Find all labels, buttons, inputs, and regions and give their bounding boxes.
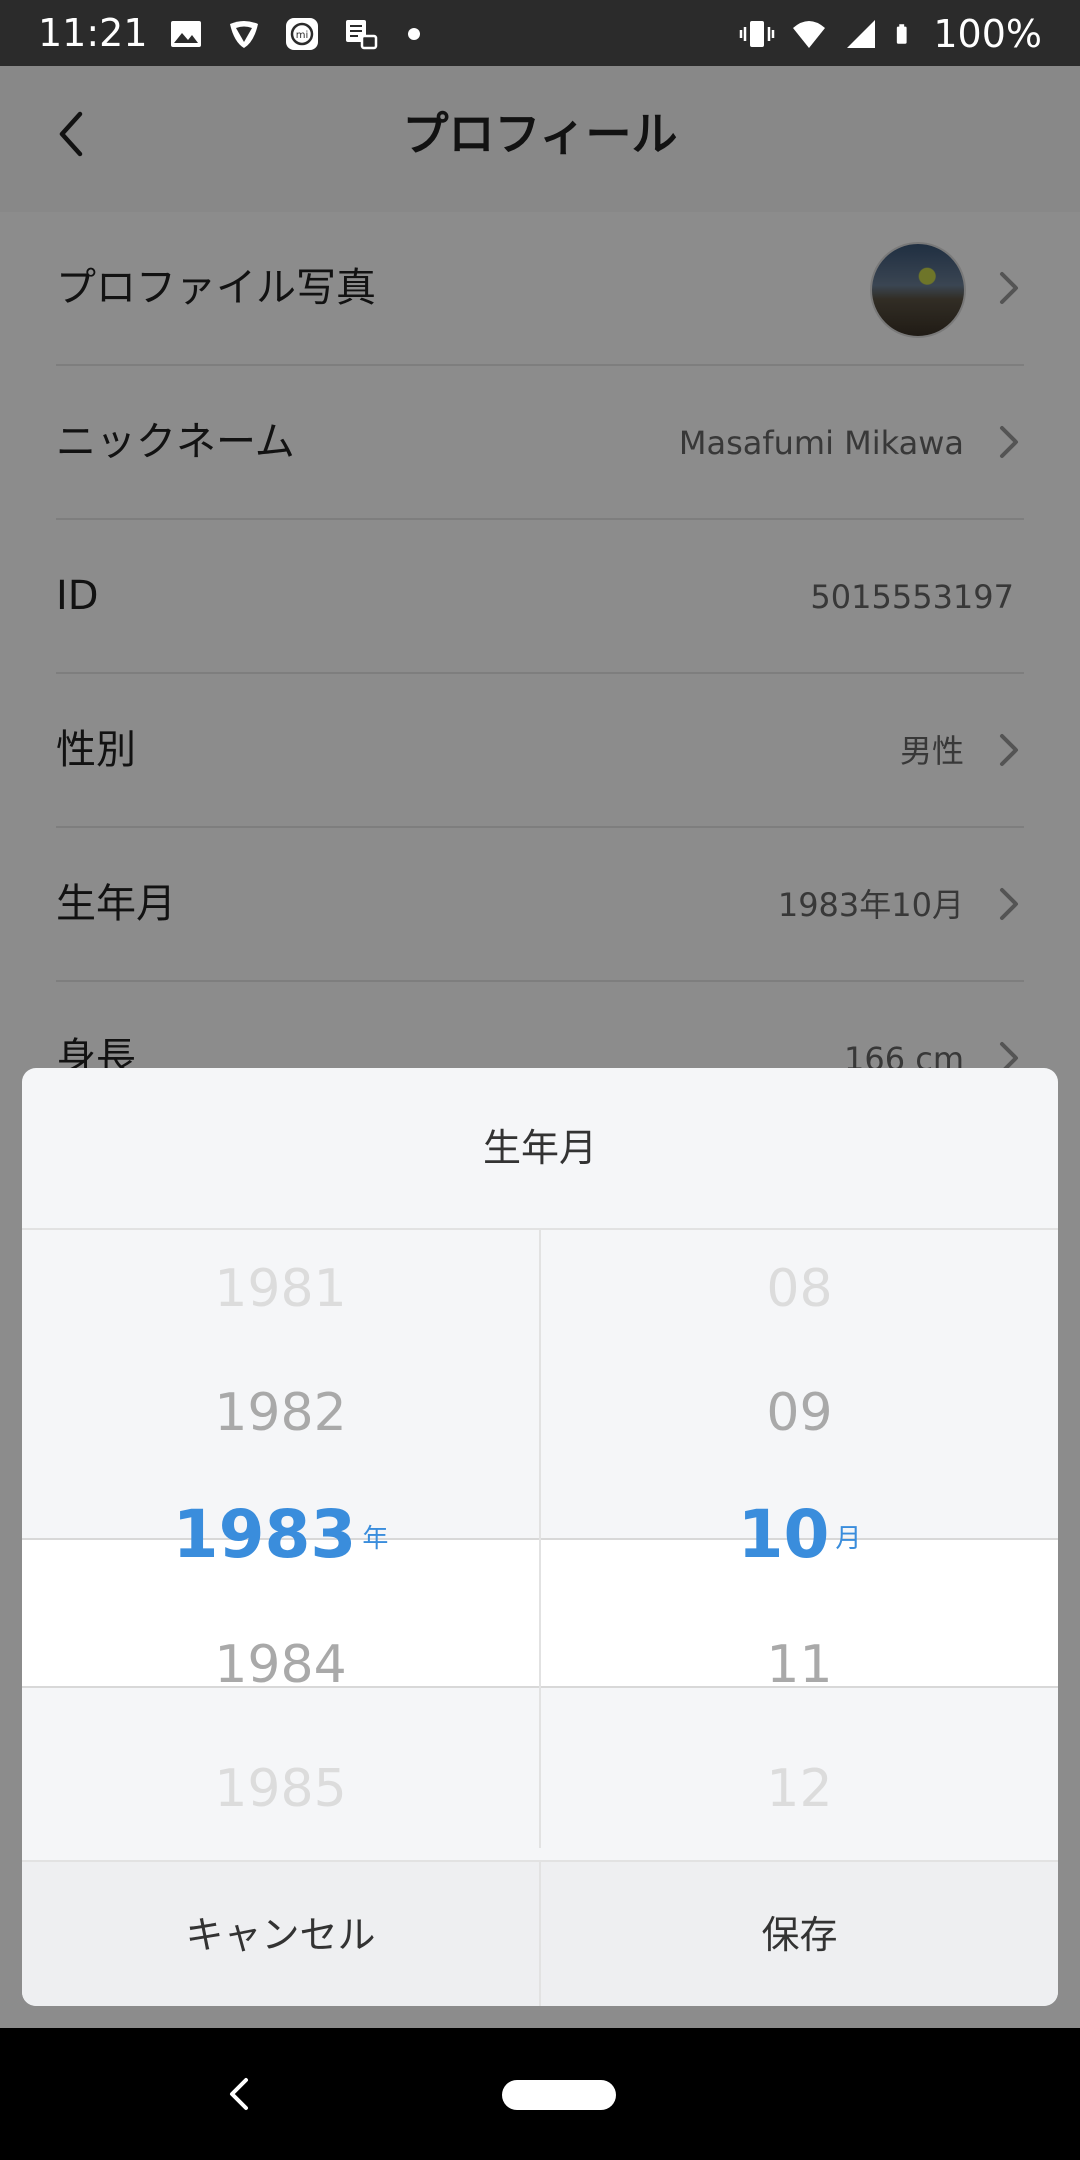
- year-option[interactable]: 1982: [22, 1378, 539, 1448]
- shield-app-icon: [230, 21, 258, 48]
- year-option[interactable]: 1984: [22, 1630, 539, 1700]
- dialog-actions: キャンセル 保存: [22, 1860, 1058, 2006]
- status-time: 11:21: [38, 11, 148, 55]
- month-unit: 月: [835, 1524, 862, 1554]
- selected-month: 10: [737, 1496, 830, 1573]
- battery-percent: 100%: [933, 12, 1042, 56]
- system-nav-bar: [0, 2028, 1080, 2160]
- date-picker: 1981 1982 1983 年 1984 1985 08 09 10 月 11 1…: [22, 1228, 1058, 1848]
- year-option-selected[interactable]: 1983 年: [22, 1500, 539, 1570]
- month-wheel[interactable]: 08 09 10 月 11 12: [541, 1228, 1058, 1848]
- month-option[interactable]: 08: [541, 1254, 1058, 1324]
- year-option[interactable]: 1985: [22, 1754, 539, 1824]
- birth-picker-dialog: 生年月 1981 1982 1983 年 1984 1985 08 09 10 月 …: [22, 1068, 1058, 2006]
- nav-back-icon[interactable]: [210, 2064, 270, 2124]
- year-unit: 年: [362, 1524, 389, 1554]
- signal-icon: [847, 20, 876, 48]
- gallery-icon: [171, 21, 201, 47]
- status-bar: 11:21 mi 100%: [0, 0, 1080, 66]
- wifi-icon: [793, 21, 826, 48]
- month-option[interactable]: 11: [541, 1630, 1058, 1700]
- mi-icon: mi: [286, 18, 318, 50]
- year-option[interactable]: 1981: [22, 1254, 539, 1324]
- month-option[interactable]: 09: [541, 1378, 1058, 1448]
- year-wheel[interactable]: 1981 1982 1983 年 1984 1985: [22, 1228, 541, 1848]
- cancel-button[interactable]: キャンセル: [22, 1862, 541, 2006]
- selected-year: 1983: [172, 1496, 357, 1573]
- battery-icon: [897, 24, 907, 44]
- tasks-icon: [346, 20, 378, 50]
- home-pill-button[interactable]: [502, 2080, 616, 2110]
- month-option[interactable]: 12: [541, 1754, 1058, 1824]
- svg-text:mi: mi: [296, 30, 309, 41]
- month-option-selected[interactable]: 10 月: [541, 1500, 1058, 1570]
- notification-dot-icon: [408, 28, 420, 40]
- save-button[interactable]: 保存: [541, 1862, 1058, 2006]
- vibrate-icon: [740, 21, 775, 47]
- dialog-title: 生年月: [22, 1068, 1058, 1230]
